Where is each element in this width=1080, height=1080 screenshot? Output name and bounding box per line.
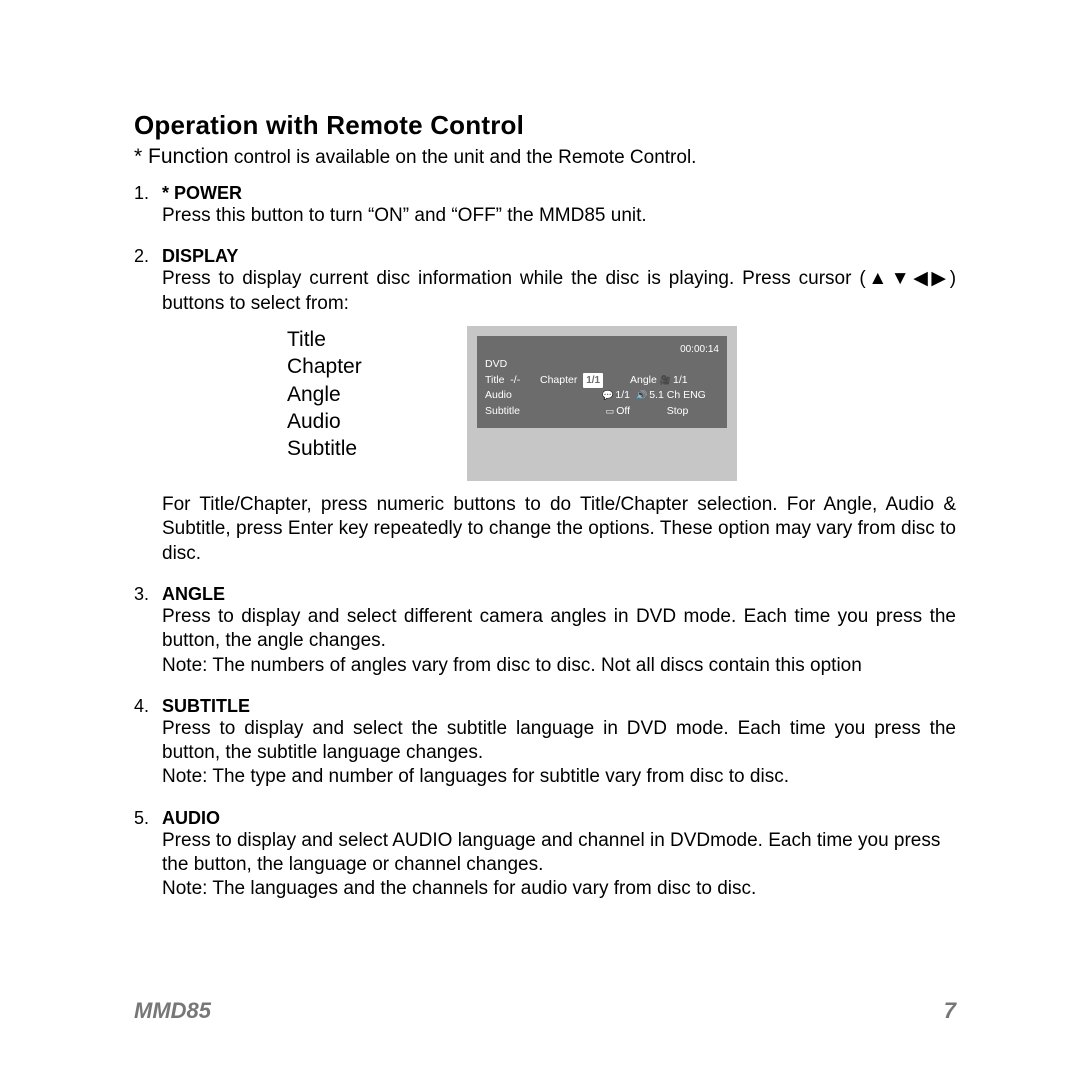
display-option: Angle (287, 381, 467, 408)
intro-prefix: * Function (134, 145, 229, 168)
osd-angle-label: Angle (630, 374, 657, 386)
osd-screenshot: 00:00:14 DVD Title -/- Chapter 1/1 Angle… (467, 326, 737, 481)
section-number: 5. (134, 808, 162, 829)
section-name: * POWER (162, 183, 242, 203)
section-angle: 3.ANGLE Press to display and select diff… (134, 584, 956, 678)
osd-title-val: -/- (510, 374, 520, 386)
section-body: Press to display and select the subtitle… (134, 717, 956, 790)
section-heading: 3.ANGLE (134, 584, 956, 605)
section-heading: 2.DISPLAY (134, 246, 956, 267)
intro-line: * Function control is available on the u… (134, 145, 956, 169)
osd-subtitle-val: Off (616, 405, 630, 417)
section-number: 3. (134, 584, 162, 605)
osd-chapter-val: 1/1 (583, 373, 603, 388)
cursor-arrows-icon: ▲▼◀▶ (866, 268, 950, 289)
section-name: AUDIO (162, 808, 220, 828)
section-body: Press to display current disc informatio… (134, 267, 956, 316)
subtitle-icon: ▭ (606, 406, 615, 416)
section-number: 4. (134, 696, 162, 717)
speech-icon: 💬 (602, 390, 613, 400)
section-heading: 1.* POWER (134, 183, 956, 204)
section-heading: 5.AUDIO (134, 808, 956, 829)
display-option-list: Title Chapter Angle Audio Subtitle (162, 326, 467, 462)
intro-rest: control is available on the unit and the… (229, 147, 697, 168)
page-footer: MMD85 7 (134, 998, 956, 1024)
display-detail-row: Title Chapter Angle Audio Subtitle 00:00… (134, 326, 956, 481)
footer-model: MMD85 (134, 998, 211, 1024)
section-subtitle: 4.SUBTITLE Press to display and select t… (134, 696, 956, 790)
osd-angle-val: 1/1 (673, 374, 688, 386)
section-audio: 5.AUDIO Press to display and select AUDI… (134, 808, 956, 902)
display-option: Title (287, 326, 467, 353)
osd-audio-icon-val: 1/1 (615, 389, 630, 401)
section-number: 1. (134, 183, 162, 204)
osd-status: Stop (636, 404, 719, 420)
osd-title-label: Title (485, 374, 504, 386)
osd-audio-val: 5.1 Ch ENG (649, 389, 706, 401)
camera-icon: 🎥 (660, 375, 671, 385)
section-name: DISPLAY (162, 246, 238, 266)
page-title: Operation with Remote Control (134, 110, 956, 141)
section-name: SUBTITLE (162, 696, 250, 716)
manual-page: Operation with Remote Control * Function… (0, 0, 1080, 1080)
osd-time: 00:00:14 (485, 342, 719, 357)
osd-dvd-label: DVD (485, 357, 540, 373)
display-option: Audio (287, 408, 467, 435)
section-body: Press to display and select AUDIO langua… (134, 829, 956, 902)
section-power: 1.* POWER Press this button to turn “ON”… (134, 183, 956, 228)
section-list: 1.* POWER Press this button to turn “ON”… (134, 183, 956, 902)
display-body-after: For Title/Chapter, press numeric buttons… (134, 493, 956, 566)
section-number: 2. (134, 246, 162, 267)
display-option: Chapter (287, 353, 467, 380)
speaker-icon: 🔊 (636, 390, 647, 400)
display-option: Subtitle (287, 435, 467, 462)
section-body: Press this button to turn “ON” and “OFF”… (134, 204, 956, 228)
osd-panel: 00:00:14 DVD Title -/- Chapter 1/1 Angle… (477, 336, 727, 428)
section-heading: 4.SUBTITLE (134, 696, 956, 717)
osd-audio-label: Audio (485, 388, 540, 404)
section-display: 2.DISPLAY Press to display current disc … (134, 246, 956, 566)
section-body: Press to display and select different ca… (134, 605, 956, 678)
footer-page-number: 7 (944, 998, 956, 1024)
osd-subtitle-label: Subtitle (485, 404, 540, 420)
osd-chapter-label: Chapter (540, 374, 577, 386)
display-body-pre: Press to display current disc informatio… (162, 268, 866, 289)
section-name: ANGLE (162, 584, 225, 604)
